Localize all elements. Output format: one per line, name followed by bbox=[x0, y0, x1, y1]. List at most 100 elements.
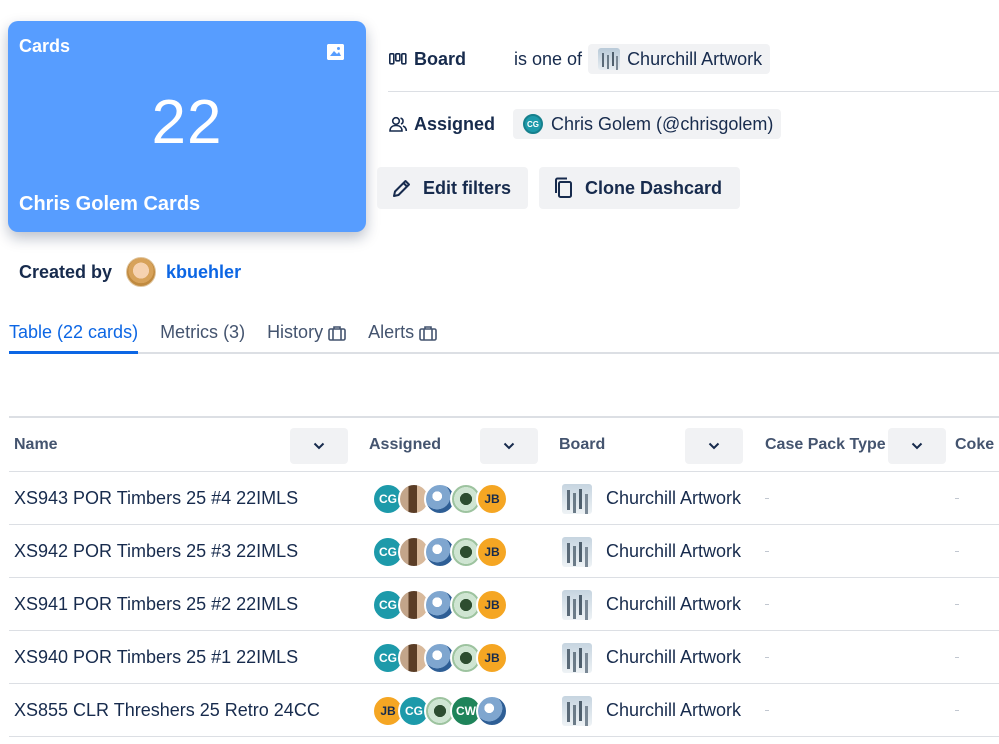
image-icon[interactable] bbox=[327, 44, 344, 60]
filter-board-value-label: Churchill Artwork bbox=[627, 48, 763, 69]
assignees-cell: JB CG CW bbox=[372, 695, 508, 727]
board-cell: Churchill Artwork bbox=[562, 631, 741, 684]
avatar: JB bbox=[476, 483, 508, 515]
empty-cell bbox=[765, 604, 769, 605]
table-row[interactable]: XS943 POR Timbers 25 #4 22IMLS CG JB Chu… bbox=[9, 472, 999, 525]
tab-metrics-label: Metrics (3) bbox=[160, 322, 246, 342]
board-cell: Churchill Artwork bbox=[562, 578, 741, 631]
column-header-board: Board bbox=[559, 436, 606, 453]
board-thumbnail-icon bbox=[562, 642, 592, 673]
users-icon bbox=[388, 114, 408, 134]
tab-bar: Table (22 cards) Metrics (3) History Ale… bbox=[9, 318, 999, 354]
avatar: JB bbox=[476, 589, 508, 621]
table-row[interactable]: XS940 POR Timbers 25 #1 22IMLS CG JB Chu… bbox=[9, 631, 999, 684]
briefcase-icon bbox=[328, 326, 346, 341]
filter-assigned-label: Assigned bbox=[414, 113, 496, 134]
empty-cell bbox=[765, 551, 769, 552]
creator-link[interactable]: kbuehler bbox=[166, 262, 241, 283]
card-name-cell[interactable]: XS942 POR Timbers 25 #3 22IMLS bbox=[14, 525, 298, 578]
assignees-cell: CG JB bbox=[372, 642, 508, 674]
tab-alerts-label: Alerts bbox=[368, 322, 415, 342]
briefcase-icon bbox=[419, 326, 437, 341]
empty-cell bbox=[955, 710, 959, 711]
board-name: Churchill Artwork bbox=[606, 647, 742, 667]
chevron-down-icon bbox=[313, 442, 325, 450]
column-header-case-pack-type: Case Pack Type bbox=[765, 436, 886, 453]
card-name-cell[interactable]: XS943 POR Timbers 25 #4 22IMLS bbox=[14, 472, 298, 525]
board-name: Churchill Artwork bbox=[606, 488, 742, 508]
dashcard[interactable]: Cards 22 Chris Golem Cards bbox=[8, 21, 366, 232]
filter-board-label: Board bbox=[414, 48, 467, 69]
table-row[interactable]: XS942 POR Timbers 25 #3 22IMLS CG JB Chu… bbox=[9, 525, 999, 578]
avatar: JB bbox=[476, 642, 508, 674]
board-thumbnail-icon bbox=[562, 483, 592, 514]
empty-cell bbox=[765, 710, 769, 711]
filter-assigned-value[interactable]: CG Chris Golem (@chrisgolem) bbox=[513, 109, 782, 139]
sort-board-button[interactable] bbox=[685, 428, 743, 464]
dashcard-title: Cards bbox=[19, 36, 71, 56]
filter-board-value[interactable]: Churchill Artwork bbox=[588, 44, 771, 74]
board-cell: Churchill Artwork bbox=[562, 684, 741, 737]
created-by-label: Created by bbox=[19, 261, 113, 282]
clone-dashcard-button[interactable]: Clone Dashcard bbox=[539, 167, 740, 209]
column-header-name: Name bbox=[14, 436, 58, 453]
assignees-cell: CG JB bbox=[372, 589, 508, 621]
chevron-down-icon bbox=[708, 442, 720, 450]
board-thumbnail-icon bbox=[598, 48, 621, 70]
sort-name-button[interactable] bbox=[290, 428, 348, 464]
chevron-down-icon bbox=[503, 442, 515, 450]
empty-cell bbox=[955, 604, 959, 605]
card-name-cell[interactable]: XS855 CLR Threshers 25 Retro 24CC bbox=[14, 684, 320, 737]
empty-cell bbox=[955, 551, 959, 552]
board-cell: Churchill Artwork bbox=[562, 472, 741, 525]
board-name: Churchill Artwork bbox=[606, 700, 742, 720]
table-header: Name Assigned Board Case Pack Type Coke bbox=[9, 418, 999, 472]
clone-dashcard-label: Clone Dashcard bbox=[585, 177, 723, 198]
empty-cell bbox=[955, 657, 959, 658]
edit-filters-button[interactable]: Edit filters bbox=[377, 167, 528, 209]
board-thumbnail-icon bbox=[562, 589, 592, 620]
board-cell: Churchill Artwork bbox=[562, 525, 741, 578]
tab-alerts[interactable]: Alerts bbox=[368, 318, 437, 354]
dashcard-name: Chris Golem Cards bbox=[19, 193, 201, 215]
edit-filters-label: Edit filters bbox=[423, 177, 512, 198]
avatar bbox=[476, 695, 508, 727]
table-row[interactable]: XS941 POR Timbers 25 #2 22IMLS CG JB Chu… bbox=[9, 578, 999, 631]
board-name: Churchill Artwork bbox=[606, 541, 742, 561]
column-header-coke: Coke bbox=[955, 436, 995, 453]
avatar bbox=[126, 257, 157, 287]
tab-metrics[interactable]: Metrics (3) bbox=[160, 318, 245, 354]
avatar: CG bbox=[523, 114, 544, 134]
copy-icon bbox=[555, 177, 572, 198]
filter-assigned-value-label: Chris Golem (@chrisgolem) bbox=[551, 113, 774, 134]
assignees-cell: CG JB bbox=[372, 483, 508, 515]
board-thumbnail-icon bbox=[562, 695, 592, 726]
filter-assigned: Assigned CG Chris Golem (@chrisgolem) bbox=[388, 109, 782, 139]
board-name: Churchill Artwork bbox=[606, 594, 742, 614]
sort-case-pack-type-button[interactable] bbox=[888, 428, 946, 464]
column-header-assigned: Assigned bbox=[369, 436, 442, 453]
board-icon bbox=[388, 49, 408, 69]
empty-cell bbox=[955, 498, 959, 499]
filter-board: Board is one of Churchill Artwork bbox=[388, 44, 771, 74]
avatar: JB bbox=[476, 536, 508, 568]
filter-divider bbox=[388, 91, 999, 92]
tab-table[interactable]: Table (22 cards) bbox=[9, 318, 139, 354]
empty-cell bbox=[765, 498, 769, 499]
chevron-down-icon bbox=[911, 442, 923, 450]
sort-assigned-button[interactable] bbox=[480, 428, 538, 464]
cards-table: Name Assigned Board Case Pack Type Coke … bbox=[9, 416, 999, 737]
assignees-cell: CG JB bbox=[372, 536, 508, 568]
empty-cell bbox=[765, 657, 769, 658]
dashcard-count: 22 bbox=[151, 88, 223, 157]
board-thumbnail-icon bbox=[562, 536, 592, 567]
tab-table-label: Table (22 cards) bbox=[9, 322, 139, 342]
card-name-cell[interactable]: XS940 POR Timbers 25 #1 22IMLS bbox=[14, 631, 298, 684]
filter-board-operator: is one of bbox=[514, 48, 583, 69]
card-name-cell[interactable]: XS941 POR Timbers 25 #2 22IMLS bbox=[14, 578, 298, 631]
tab-history-label: History bbox=[267, 322, 324, 342]
created-by: Created by kbuehler bbox=[19, 256, 241, 288]
pencil-icon bbox=[393, 180, 410, 197]
tab-history[interactable]: History bbox=[267, 318, 346, 354]
table-row[interactable]: XS855 CLR Threshers 25 Retro 24CC JB CG … bbox=[9, 684, 999, 737]
